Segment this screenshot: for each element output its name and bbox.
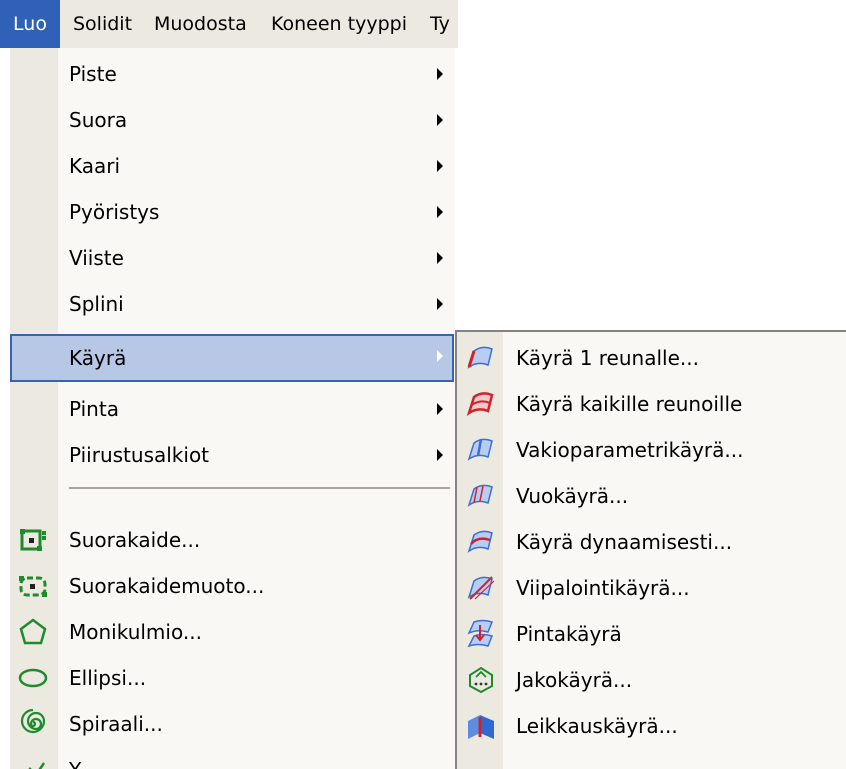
menu-item-label: Käyrä — [69, 346, 127, 370]
constant-parameter-curve-icon — [467, 438, 493, 461]
spiral-icon — [20, 709, 46, 734]
submenu-arrow-icon — [437, 68, 443, 80]
flowline-curve-icon — [467, 484, 493, 507]
menu-item-piirustusalkiot[interactable]: Piirustusalkiot — [10, 433, 455, 477]
submenu-item-kayra-kaikille-reunoille[interactable]: Käyrä kaikille reunoille — [457, 381, 846, 427]
submenu-item-jakokayra[interactable]: Jakokäyrä... — [457, 657, 846, 703]
menu-item-suorakaidemuoto[interactable]: Suorakaidemuoto... — [10, 564, 455, 608]
submenu-item-label: Pintakäyrä — [516, 622, 622, 646]
submenu-item-kayra-1-reunalle[interactable]: Käyrä 1 reunalle... — [457, 335, 846, 381]
submenu-item-label: Vuokäyrä... — [516, 484, 629, 508]
submenu-arrow-icon — [437, 403, 443, 415]
menu-item-suora[interactable]: Suora — [10, 98, 455, 142]
submenu-arrow-icon — [437, 114, 443, 126]
submenu-item-label: Jakokäyrä... — [516, 668, 633, 692]
partial-icon — [28, 762, 46, 769]
menu-item-monikulmio[interactable]: Monikulmio... — [10, 610, 455, 654]
rectangle-icon — [20, 529, 46, 551]
slice-curve-icon — [467, 576, 495, 600]
menu-item-label: Piirustusalkiot — [69, 443, 210, 467]
submenu-arrow-icon — [437, 298, 443, 310]
menu-item-label: Piste — [69, 62, 117, 86]
menu-item-label: Pyöristys — [69, 200, 160, 224]
menu-item-label: Splini — [69, 292, 124, 316]
menu-item-label: Y... — [69, 748, 96, 769]
rectangle-shape-icon — [19, 576, 47, 597]
menu-item-kayra[interactable]: Käyrä — [10, 334, 454, 382]
submenu-arrow-icon — [437, 350, 443, 362]
menu-item-splini[interactable]: Splini — [10, 282, 455, 326]
menu-tyo[interactable]: Ty — [430, 0, 450, 48]
submenu-arrow-icon — [437, 449, 443, 461]
submenu-item-label: Viipalointikäyrä... — [516, 576, 690, 600]
curve-all-edges-icon — [466, 392, 494, 416]
polygon-icon — [19, 618, 47, 645]
menu-item-suorakaide[interactable]: Suorakaide... — [10, 518, 455, 562]
menu-muodosta[interactable]: Muodosta — [154, 0, 247, 48]
menu-item-ellipsi[interactable]: Ellipsi... — [10, 656, 455, 700]
submenu-item-vakioparametrikayra[interactable]: Vakioparametrikäyrä... — [457, 427, 846, 473]
submenu-item-label: Käyrä kaikille reunoille — [516, 392, 743, 416]
menu-item-label: Suorakaidemuoto... — [69, 574, 265, 598]
menu-item-partial[interactable]: Y... — [10, 748, 455, 769]
menu-item-label: Kaari — [69, 154, 121, 178]
curve-one-edge-icon — [467, 346, 493, 369]
menu-bar: Luo Solidit Muodosta Koneen tyyppi Ty — [0, 0, 458, 48]
intersection-curve-icon — [468, 715, 494, 739]
submenu-item-label: Leikkauskäyrä... — [516, 714, 678, 738]
dynamic-curve-icon — [467, 530, 493, 553]
submenu-arrow-icon — [437, 206, 443, 218]
submenu-item-pintakayra[interactable]: Pintakäyrä — [457, 611, 846, 657]
menu-item-label: Pinta — [69, 397, 119, 421]
menu-item-piste[interactable]: Piste — [10, 52, 455, 96]
menu-luo[interactable]: Luo — [0, 0, 60, 48]
ellipse-icon — [18, 668, 48, 688]
menu-item-kaari[interactable]: Kaari — [10, 144, 455, 188]
submenu-item-kayra-dynaamisesti[interactable]: Käyrä dynaamisesti... — [457, 519, 846, 565]
submenu-item-label: Käyrä dynaamisesti... — [516, 530, 733, 554]
menu-item-label: Suorakaide... — [69, 528, 201, 552]
menu-item-spiraali[interactable]: Spiraali... — [10, 702, 455, 746]
split-curve-icon — [469, 666, 493, 694]
submenu-item-label: Käyrä 1 reunalle... — [516, 346, 699, 370]
menu-item-label: Monikulmio... — [69, 620, 202, 644]
luo-dropdown-menu: Piste Suora Kaari Pyöristys Viiste Splin… — [10, 48, 455, 769]
menu-item-viiste[interactable]: Viiste — [10, 236, 455, 280]
submenu-item-vuokayra[interactable]: Vuokäyrä... — [457, 473, 846, 519]
menu-separator — [69, 487, 450, 489]
submenu-item-viipalointikayra[interactable]: Viipalointikäyrä... — [457, 565, 846, 611]
menu-item-label: Spiraali... — [69, 712, 163, 736]
menu-item-pinta[interactable]: Pinta — [10, 387, 455, 431]
submenu-item-leikkauskayra[interactable]: Leikkauskäyrä... — [457, 703, 846, 749]
surface-curve-icon — [467, 619, 494, 648]
menu-koneen-tyyppi[interactable]: Koneen tyyppi — [271, 0, 407, 48]
submenu-arrow-icon — [437, 160, 443, 172]
menu-item-label: Ellipsi... — [69, 666, 147, 690]
menu-item-label: Viiste — [69, 246, 124, 270]
submenu-item-label: Vakioparametrikäyrä... — [516, 438, 744, 462]
menu-solidit[interactable]: Solidit — [73, 0, 132, 48]
kayra-submenu: Käyrä 1 reunalle... Käyrä kaikille reuno… — [455, 330, 846, 769]
menu-item-pyoristys[interactable]: Pyöristys — [10, 190, 455, 234]
submenu-arrow-icon — [437, 252, 443, 264]
menu-item-label: Suora — [69, 108, 128, 132]
